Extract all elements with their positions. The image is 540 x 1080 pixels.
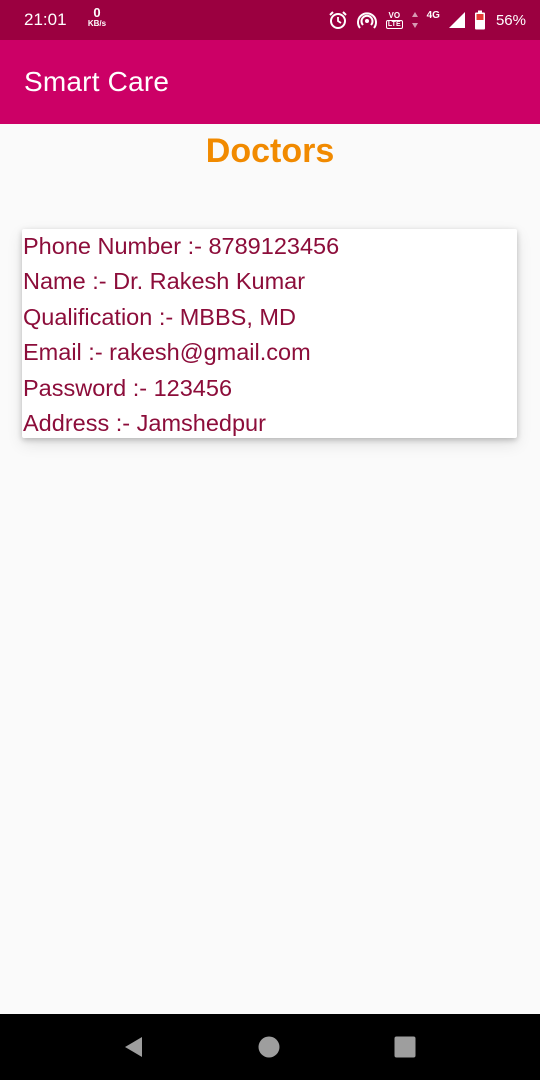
doctor-name: Name :- Dr. Rakesh Kumar — [23, 268, 306, 294]
doctor-email: Email :- rakesh@gmail.com — [23, 339, 311, 365]
volte-icon: VO LTE — [385, 10, 403, 29]
doctor-password: Password :- 123456 — [23, 375, 233, 401]
doctor-qualification: Qualification :- MBBS, MD — [23, 304, 296, 330]
doctor-phone: Phone Number :- 8789123456 — [23, 233, 340, 259]
data-arrows-icon — [411, 10, 419, 30]
doctor-card[interactable]: Phone Number :- 8789123456 Name :- Dr. R… — [22, 229, 517, 438]
page-title: Doctors — [205, 132, 335, 170]
status-time: 21:01 — [24, 10, 67, 29]
battery-icon — [474, 10, 486, 30]
battery-percent: 56% — [495, 11, 526, 29]
recents-icon[interactable] — [392, 1034, 418, 1060]
home-icon[interactable] — [256, 1034, 282, 1060]
volte-lte-label: LTE — [385, 19, 403, 29]
app-bar: Smart Care — [0, 40, 540, 124]
network-type: 4G — [426, 9, 440, 21]
volte-vo-label: VO — [388, 10, 401, 20]
net-speed-unit: KB/s — [87, 19, 107, 28]
navigation-bar — [0, 1014, 540, 1080]
status-bar: 21:01 0 KB/s VO LTE 4G 56% — [0, 0, 540, 40]
net-speed-indicator: 0 KB/s — [84, 6, 110, 28]
alarm-icon — [328, 10, 348, 30]
status-icons: VO LTE 4G 56% — [328, 7, 526, 33]
hotspot-icon — [356, 10, 378, 30]
signal-icon — [448, 11, 466, 29]
back-icon[interactable] — [121, 1034, 147, 1060]
doctor-address: Address :- Jamshedpur — [23, 410, 266, 436]
net-speed-value: 0 — [93, 5, 101, 20]
app-title: Smart Care — [24, 66, 170, 97]
